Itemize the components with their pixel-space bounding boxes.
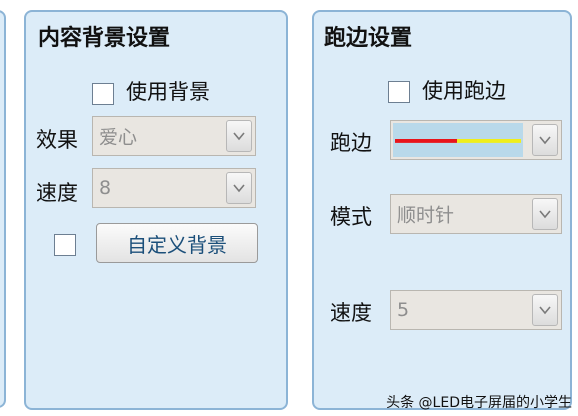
border-preview <box>393 123 523 157</box>
panel-title: 跑边设置 <box>324 26 413 51</box>
watermark: 头条 @LED电子屏届的小学生 <box>386 395 572 411</box>
use-background-label: 使用背景 <box>126 80 210 104</box>
use-background-checkbox[interactable] <box>92 83 114 105</box>
border-style-dropdown[interactable] <box>390 120 562 160</box>
border-label: 跑边 <box>330 131 372 155</box>
content-background-panel: 内容背景设置 使用背景 效果 爱心 速度 8 自定义背景 <box>24 10 288 410</box>
chevron-down-icon[interactable] <box>532 294 558 326</box>
speed-value: 8 <box>99 177 112 199</box>
border-settings-panel: 跑边设置 使用跑边 跑边 模式 顺时针 速度 5 <box>312 10 572 410</box>
custom-background-checkbox[interactable] <box>54 234 76 256</box>
speed-label: 速度 <box>36 181 78 205</box>
left-panel-edge <box>0 10 6 408</box>
use-border-label: 使用跑边 <box>422 79 506 103</box>
speed-label: 速度 <box>330 301 372 325</box>
border-speed-dropdown[interactable]: 5 <box>390 290 562 330</box>
effect-value: 爱心 <box>99 126 138 149</box>
effect-label: 效果 <box>36 128 78 152</box>
chevron-down-icon[interactable] <box>532 124 558 156</box>
border-preview-line <box>395 139 521 143</box>
chevron-down-icon[interactable] <box>532 198 558 230</box>
mode-value: 顺时针 <box>397 204 455 227</box>
effect-dropdown[interactable]: 爱心 <box>92 116 256 156</box>
speed-dropdown[interactable]: 8 <box>92 168 256 208</box>
panel-title: 内容背景设置 <box>38 26 171 51</box>
use-border-checkbox[interactable] <box>388 81 410 103</box>
custom-background-button[interactable]: 自定义背景 <box>96 223 258 263</box>
speed-value: 5 <box>397 299 410 321</box>
mode-label: 模式 <box>330 205 372 229</box>
chevron-down-icon[interactable] <box>226 172 252 204</box>
chevron-down-icon[interactable] <box>226 120 252 152</box>
mode-dropdown[interactable]: 顺时针 <box>390 194 562 234</box>
